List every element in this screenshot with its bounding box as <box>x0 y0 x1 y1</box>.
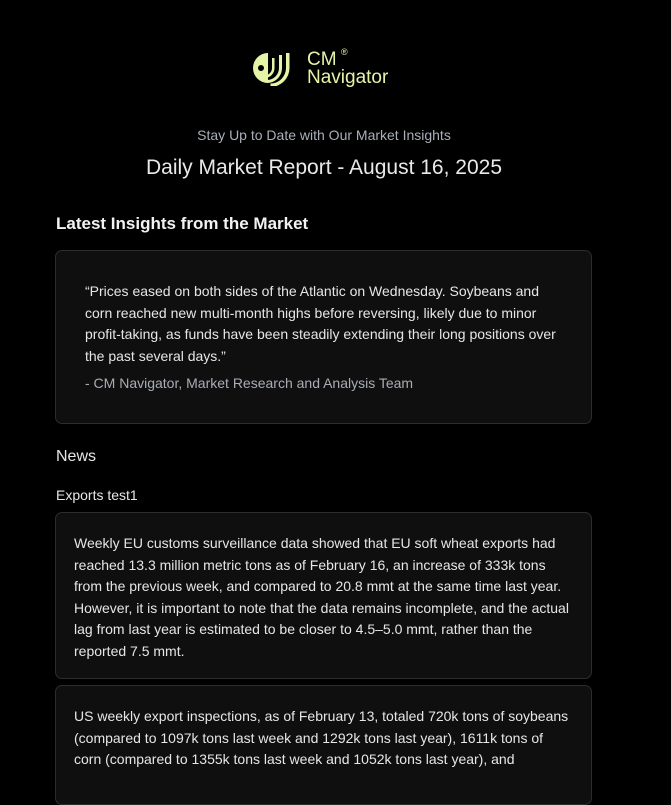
insights-heading: Latest Insights from the Market <box>56 214 309 233</box>
tagline: Stay Up to Date with Our Market Insights <box>197 127 451 143</box>
registered-mark: ® <box>341 47 348 57</box>
brand-name-line2: Navigator <box>307 67 389 88</box>
news-heading: News <box>56 448 97 465</box>
news-item-text: Weekly EU customs surveillance data show… <box>74 535 569 659</box>
news-item-text: US weekly export inspections, as of Febr… <box>74 708 569 768</box>
cm-navigator-logo-icon <box>253 53 290 86</box>
insight-quote-card: “Prices eased on both sides of the Atlan… <box>55 250 592 424</box>
news-item-card: US weekly export inspections, as of Febr… <box>55 685 592 805</box>
news-item-card: Weekly EU customs surveillance data show… <box>55 512 592 679</box>
brand-logo: CM ® Navigator <box>251 47 389 88</box>
report-title: Daily Market Report - August 16, 2025 <box>145 156 502 179</box>
insight-quote-author: - CM Navigator, Market Research and Anal… <box>85 375 414 392</box>
news-subheading: Exports test1 <box>56 487 138 503</box>
insight-quote: “Prices eased on both sides of the Atlan… <box>85 283 556 364</box>
brand-wordmark: CM ® Navigator <box>307 47 389 88</box>
